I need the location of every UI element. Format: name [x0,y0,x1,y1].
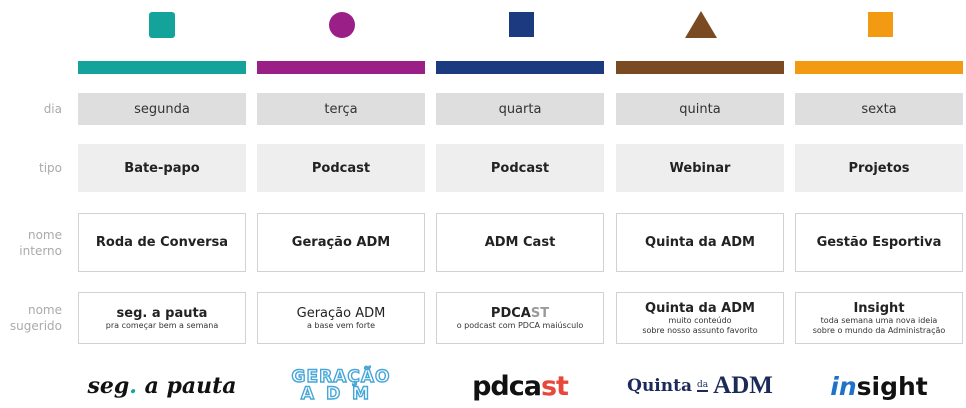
type-cell: Bate-papo [78,144,246,192]
day-cell: quarta [436,93,604,125]
suggested-subtitle-line2: sobre nosso assunto favorito [642,325,758,335]
logo-quinta-da-adm: Quinta da ADM [616,366,784,406]
logo-adm: ADM [300,384,382,404]
suggested-name-cell: seg. a pauta pra começar bem a semana [78,292,246,344]
logo-sight: sight [856,371,928,401]
suggested-subtitle: pra começar bem a semana [105,320,219,330]
suggested-subtitle-line1: muito conteúdo [668,315,732,325]
suggested-title: seg. a pauta [116,305,208,321]
suggested-subtitle-line1: toda semana uma nova ideia [820,315,938,325]
day-cell: sexta [795,93,963,125]
logo-adm-text: ADM [713,372,773,399]
suggested-title-pdca: PDCA [490,305,531,321]
column-bar-orange [795,61,963,74]
logo-seg: seg [87,373,130,399]
row-label-nome-sugerido-line2: sugerido [9,319,62,333]
row-label-nome-interno-line1: nome [27,228,62,242]
row-label-nome-interno: nome interno [0,227,62,259]
logo-insight: insight [795,366,963,406]
logo-dot: . [129,373,137,399]
column-bar-navy [436,61,604,74]
purple-circle-icon [329,12,355,38]
logo-a-pauta: a pauta [136,373,237,399]
internal-name-cell: ADM Cast [436,213,604,272]
type-cell: Podcast [257,144,425,192]
suggested-name-cell: Insight toda semana uma nova ideia sobre… [795,292,963,344]
type-cell: Webinar [616,144,784,192]
logo-st: st [540,370,569,402]
row-label-nome-interno-line2: interno [19,244,62,258]
suggested-title: Quinta da ADM [645,300,755,316]
column-bar-teal [78,61,246,74]
type-cell: Projetos [795,144,963,192]
brown-triangle-icon [685,11,717,38]
internal-name-cell: Roda de Conversa [78,213,246,272]
type-cell: Podcast [436,144,604,192]
teal-square-icon [149,12,175,38]
internal-name-cell: Gestão Esportiva [795,213,963,272]
column-bar-brown [616,61,784,74]
navy-square-icon [509,12,534,37]
logo-pdcast: pdcast [436,366,604,406]
suggested-title: PDCAST [491,306,549,321]
logo-geracao-adm: GERAÇÃO ADM [257,366,425,406]
logo-pdca: pdca [472,370,542,402]
suggested-title: Insight [853,300,905,316]
column-bar-purple [257,61,425,74]
logo-quinta: Quinta [627,376,692,396]
suggested-title: Geração ADM [296,305,386,321]
logo-da: da [697,380,709,392]
suggested-name-cell: Geração ADM a base vem forte [257,292,425,344]
suggested-subtitle: o podcast com PDCA maiúsculo [456,320,584,330]
suggested-name-cell: Quinta da ADM muito conteúdo sobre nosso… [616,292,784,344]
suggested-subtitle-line2: sobre o mundo da Administração [812,325,946,335]
row-label-nome-sugerido: nome sugerido [0,302,62,334]
internal-name-cell: Geração ADM [257,213,425,272]
suggested-subtitle: a base vem forte [306,320,376,330]
logo-seg-a-pauta: seg. a pauta [78,366,246,406]
internal-name-cell: Quinta da ADM [616,213,784,272]
row-label-dia: dia [43,102,62,116]
orange-square-icon [868,12,893,37]
row-label-nome-sugerido-line1: nome [27,303,62,317]
day-cell: segunda [78,93,246,125]
suggested-title-st: ST [530,305,550,321]
day-cell: quinta [616,93,784,125]
logo-in: in [830,371,857,401]
row-label-tipo: tipo [39,161,62,175]
day-cell: terça [257,93,425,125]
suggested-name-cell: PDCAST o podcast com PDCA maiúsculo [436,292,604,344]
